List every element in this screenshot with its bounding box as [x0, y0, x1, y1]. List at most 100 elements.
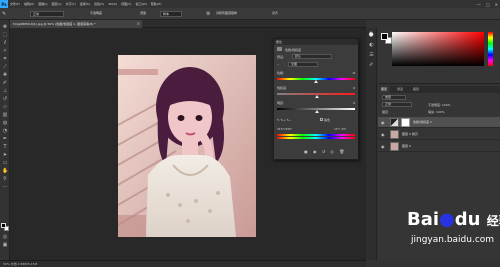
visibility-eye-icon[interactable]: ◉	[381, 132, 385, 137]
close-window-button[interactable]: ✕	[495, 2, 498, 7]
sample-all-layers-checkbox[interactable]: 对所有图层取样	[214, 11, 262, 17]
tab-paths[interactable]: 路径	[410, 86, 422, 93]
mode-select[interactable]: 正常	[30, 11, 64, 17]
brush-tool-icon[interactable]: ✐	[2, 80, 8, 86]
lasso-tool-icon[interactable]: ℓ	[2, 40, 8, 46]
hand-target-icon[interactable]: ☝	[277, 63, 279, 67]
minimize-button[interactable]: —	[477, 2, 481, 7]
close-tab-icon[interactable]: ×	[137, 20, 140, 28]
color-panel-foreground-swatch[interactable]	[381, 33, 388, 40]
sample-select[interactable]: 样本	[160, 11, 182, 17]
quick-select-tool-icon[interactable]: ✧	[2, 48, 8, 54]
layer-row[interactable]: ◉ 图层 0 拷贝	[378, 129, 500, 140]
hue-value[interactable]: -8	[352, 71, 355, 75]
zoom-tool-icon[interactable]: ⚲	[2, 176, 8, 182]
menu-3d[interactable]: 3D(D)	[106, 2, 119, 6]
clone-stamp-tool-icon[interactable]: ⊥	[2, 88, 8, 94]
color-picker-field[interactable]	[392, 32, 484, 66]
layer-fill[interactable]: 填充: 100%	[428, 110, 445, 114]
maximize-button[interactable]: ▢	[486, 2, 490, 7]
layer-thumbnail	[390, 130, 399, 139]
paw-icon: ●	[439, 209, 455, 230]
gear-icon[interactable]: ⚙	[206, 11, 210, 17]
saturation-slider-knob[interactable]	[315, 95, 319, 98]
range-bar-bottom	[277, 137, 355, 139]
zoom-and-doc-size: 50% 文档:2.58M/5.15M	[3, 262, 38, 266]
menu-select[interactable]: 选择(S)	[78, 2, 92, 6]
layer-name: 图层 0 拷贝	[402, 132, 418, 136]
align-label: 对齐	[270, 11, 286, 17]
lightness-slider-knob[interactable]	[315, 110, 319, 113]
preset-select[interactable]: 默认	[292, 54, 332, 59]
eyedropper-tool-icon[interactable]: ⟋	[2, 64, 8, 70]
tab-channels[interactable]: 通道	[394, 86, 406, 93]
menu-layer[interactable]: 图层(L)	[50, 2, 64, 6]
watermark-logo: Bai●du 经验	[407, 209, 500, 230]
tool-preset-icon[interactable]: ✎	[2, 11, 6, 17]
move-tool-icon[interactable]: ✥	[2, 24, 8, 30]
adjustments-icon[interactable]: ◐	[368, 42, 375, 49]
healing-brush-tool-icon[interactable]: ✚	[2, 72, 8, 78]
panel-icon-strip: ⌚ ◐ ☰ ✐	[366, 28, 377, 260]
colorize-label: 着色	[324, 118, 331, 122]
layer-row[interactable]: ◉ 色相/饱和度 1	[378, 117, 500, 128]
flow-label: 流量	[138, 11, 150, 17]
panel-footer-icons[interactable]: ▣ ◉ ↺ ◎ 🗑	[304, 149, 346, 154]
saturation-value[interactable]: 0	[353, 86, 355, 90]
hue-saturation-icon	[277, 47, 282, 51]
foreground-color-swatch[interactable]	[1, 223, 6, 228]
more-tools-icon[interactable]: ⋯	[2, 184, 8, 190]
eraser-tool-icon[interactable]: ▱	[2, 104, 8, 110]
menu-file[interactable]: 文件(F)	[8, 2, 22, 6]
hue-strip[interactable]	[488, 32, 493, 66]
layer-kind-filter[interactable]: 类型	[382, 95, 406, 100]
type-tool-icon[interactable]: T	[2, 144, 8, 150]
hue-slider-knob[interactable]	[314, 80, 318, 83]
dodge-tool-icon[interactable]: ◔	[2, 128, 8, 134]
colorize-checkbox[interactable]: 着色	[320, 118, 330, 122]
history-brush-tool-icon[interactable]: ↺	[2, 96, 8, 102]
menu-type[interactable]: 文字(Y)	[64, 2, 78, 6]
document-tab[interactable]: 5mjs98959-8(1).jpg @ 50% (色相/饱和度 1, 图层蒙版…	[10, 20, 142, 28]
quick-mask-icon[interactable]: ◎	[2, 234, 8, 240]
watermark-brand-suffix: du	[454, 209, 481, 230]
tools-panel: ✥ ⬚ ℓ ✧ ⌗ ⟋ ✚ ✐ ⊥ ↺ ▱ ▥ ◍ ◔ ✒ T ➤ ▭ ✋ ⚲ …	[0, 20, 10, 260]
menu-view[interactable]: 视图(V)	[119, 2, 133, 6]
layer-mask-thumbnail[interactable]	[401, 118, 410, 127]
menu-edit[interactable]: 编辑(E)	[22, 2, 36, 6]
pen-tool-icon[interactable]: ✒	[2, 136, 8, 142]
blend-mode-select[interactable]: 正常	[382, 102, 412, 107]
history-icon[interactable]: ⌚	[368, 32, 375, 39]
screen-mode-icon[interactable]: ▣	[2, 242, 8, 248]
saturation-label: 饱和度:	[277, 86, 288, 90]
visibility-eye-icon[interactable]: ◉	[381, 120, 385, 125]
properties-panel-header: 属性	[274, 39, 358, 45]
lightness-value[interactable]: 0	[353, 101, 355, 105]
range-left: 315°/345°	[277, 127, 293, 131]
channel-select[interactable]: 全图	[288, 62, 318, 67]
marquee-tool-icon[interactable]: ⬚	[2, 32, 8, 38]
gradient-tool-icon[interactable]: ▥	[2, 112, 8, 118]
hand-tool-icon[interactable]: ✋	[2, 168, 8, 174]
layer-opacity[interactable]: 不透明度: 100%	[428, 103, 451, 107]
watermark-url: jingyan.baidu.com	[411, 235, 495, 245]
eyedropper-icons[interactable]: ✎ ✎+ ✎−	[277, 118, 291, 122]
range-bar-top	[277, 134, 355, 136]
shape-tool-icon[interactable]: ▭	[2, 160, 8, 166]
status-bar: 50% 文档:2.58M/5.15M	[0, 260, 366, 267]
document-image[interactable]	[118, 55, 256, 237]
path-select-tool-icon[interactable]: ➤	[2, 152, 8, 158]
adjustment-layer-thumbnail	[390, 118, 399, 127]
properties-panel[interactable]: 属性 色相/饱和度 预设: 默认 ☝ 全图 色相: -8 饱和度: 0 明度: …	[273, 38, 359, 160]
menu-help[interactable]: 帮助(H)	[149, 2, 164, 6]
menu-filter[interactable]: 滤镜(T)	[92, 2, 106, 6]
blur-tool-icon[interactable]: ◍	[2, 120, 8, 126]
layer-row[interactable]: ◉ 图层 0	[378, 141, 500, 152]
menu-window[interactable]: 窗口(W)	[133, 2, 148, 6]
tab-layers[interactable]: 图层	[378, 86, 391, 93]
menu-image[interactable]: 图像(I)	[36, 2, 49, 6]
visibility-eye-icon[interactable]: ◉	[381, 144, 385, 149]
properties-icon[interactable]: ☰	[368, 52, 375, 59]
brush-settings-icon[interactable]: ✐	[368, 62, 375, 69]
crop-tool-icon[interactable]: ⌗	[2, 56, 8, 62]
